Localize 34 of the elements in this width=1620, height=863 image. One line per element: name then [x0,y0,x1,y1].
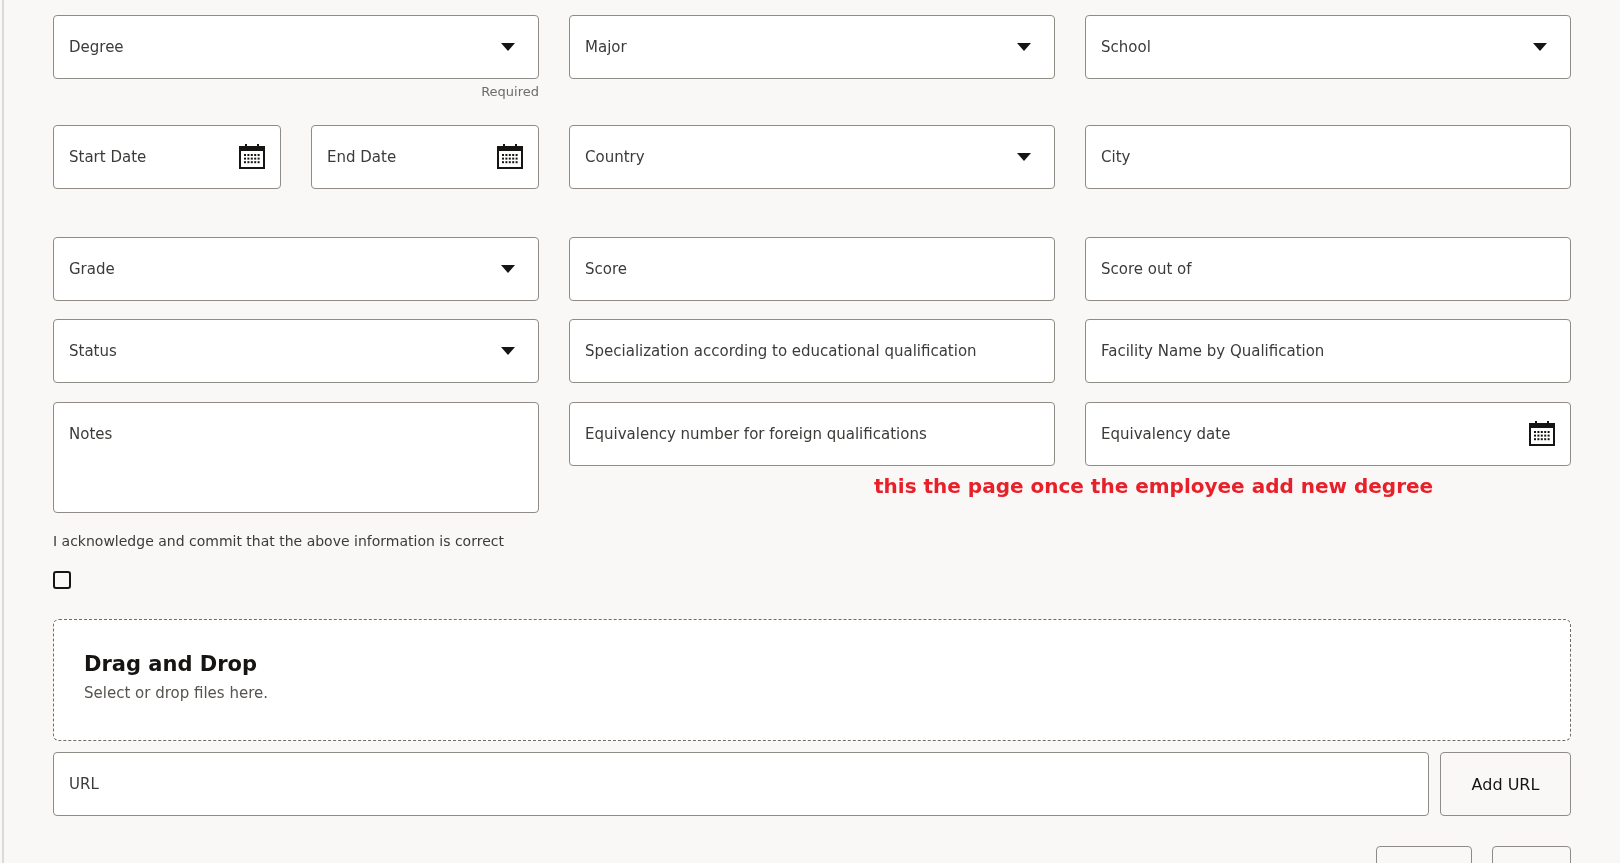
caret-icon [1533,43,1547,51]
checkbox[interactable] [53,571,71,589]
input-field[interactable]: Equivalency number for foreign qualifications [569,402,1055,466]
date-field[interactable]: Equivalency date [1085,402,1571,466]
dropdown-field[interactable]: Status [53,319,539,383]
dropzone-title: Drag and Drop [84,652,258,676]
caret-icon [1017,43,1031,51]
calendar-icon[interactable] [497,143,523,169]
caret-icon [1017,153,1031,161]
calendar-icon[interactable] [239,143,265,169]
caret-icon [501,265,515,273]
dropdown-field[interactable]: Grade [53,237,539,301]
file-dropzone[interactable]: Drag and Drop Select or drop files here. [53,619,1571,741]
input-field[interactable]: Score [569,237,1055,301]
input-field[interactable]: Score out of [1085,237,1571,301]
acknowledgement-text: I acknowledge and commit that the above information is correct [53,533,505,549]
caret-icon [501,347,515,355]
annotation-text: this the page once the employee add new degree [874,474,1434,498]
input-field[interactable]: Specialization according to educational qualification [569,319,1055,383]
input-field[interactable]: City [1085,125,1571,189]
input-field[interactable]: Facility Name by Qualification [1085,319,1571,383]
date-field[interactable]: End Date [311,125,539,189]
dropdown-field[interactable]: Major [569,15,1055,79]
calendar-icon[interactable] [1529,420,1555,446]
url-field[interactable]: URL [53,752,1429,816]
date-field[interactable]: Start Date [53,125,281,189]
dropdown-field[interactable]: Degree [53,15,539,79]
notes-field[interactable]: Notes [53,402,539,513]
dropzone-subtitle: Select or drop files here. [84,684,269,702]
add-url-button[interactable]: Add URL [1440,752,1571,816]
required-hint: Required [480,84,539,99]
caret-icon [501,43,515,51]
dropdown-field[interactable]: Country [569,125,1055,189]
dropdown-field[interactable]: School [1085,15,1571,79]
